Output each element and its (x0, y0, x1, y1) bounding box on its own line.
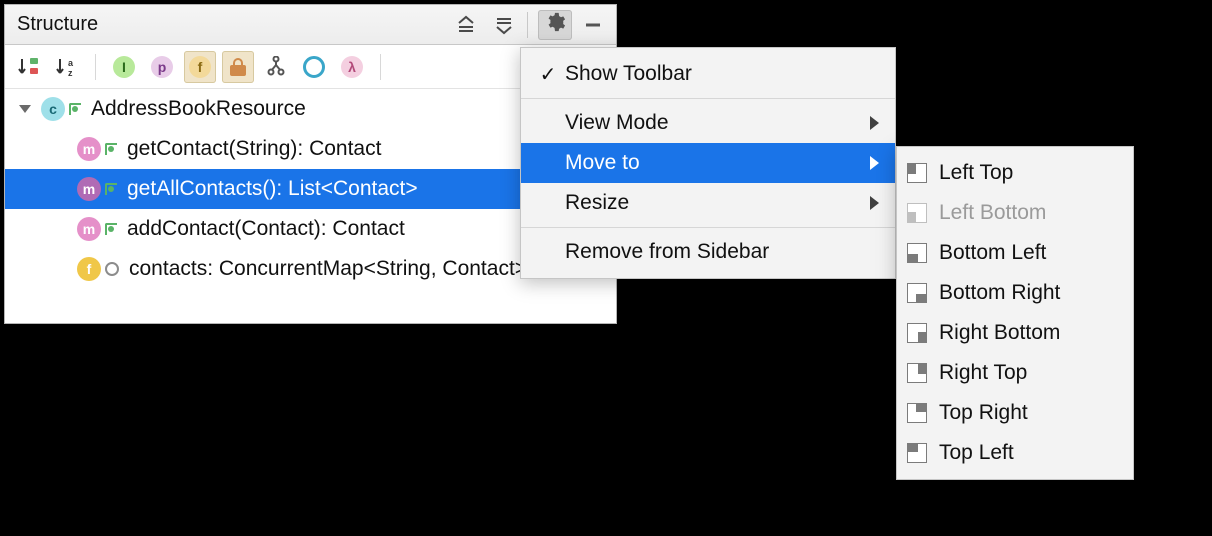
submenu-item-lt[interactable]: Left Top (897, 153, 1133, 193)
menu-item-label: Remove from Sidebar (565, 240, 879, 264)
lambda-icon: λ (341, 56, 363, 78)
submenu-item-rt[interactable]: Right Top (897, 353, 1133, 393)
position-icon (907, 243, 927, 263)
panel-title: Structure (11, 13, 445, 36)
show-fields-button[interactable]: f (184, 51, 216, 83)
anonymous-icon (303, 56, 325, 78)
submenu-item-label: Left Bottom (939, 201, 1117, 225)
submenu-item-label: Bottom Left (939, 241, 1117, 265)
member-signature: getContact(String): Contact (127, 137, 381, 161)
submenu-item-tr[interactable]: Top Right (897, 393, 1133, 433)
property-icon: p (151, 56, 173, 78)
menu-item-label: View Mode (565, 111, 870, 135)
show-inherited-button[interactable] (260, 51, 292, 83)
visibility-icon (105, 223, 117, 235)
check-icon: ✓ (531, 62, 565, 87)
position-icon (907, 283, 927, 303)
visibility-icon (69, 103, 81, 115)
menu-separator (521, 98, 895, 99)
submenu-item-label: Top Left (939, 441, 1117, 465)
method-icon: m (77, 177, 101, 201)
submenu-item-bl[interactable]: Bottom Left (897, 233, 1133, 273)
menu-item-label: Move to (565, 151, 870, 175)
menu-item-show-toolbar[interactable]: ✓Show Toolbar (521, 54, 895, 94)
panel-options-menu: ✓Show Toolbar View Mode Move to Resize Remov… (520, 47, 896, 279)
gear-icon (544, 11, 566, 39)
member-signature: getAllContacts(): List<Contact> (127, 177, 418, 201)
toolbar-separator (380, 54, 381, 80)
visibility-icon (105, 183, 117, 195)
show-anonymous-button[interactable] (298, 51, 330, 83)
header-separator (527, 12, 528, 38)
sort-visibility-button[interactable] (13, 51, 45, 83)
settings-button[interactable] (538, 10, 572, 40)
submenu-item-label: Bottom Right (939, 281, 1117, 305)
method-icon: m (77, 217, 101, 241)
submenu-item-rb[interactable]: Right Bottom (897, 313, 1133, 353)
position-icon (907, 163, 927, 183)
menu-item-view-mode[interactable]: View Mode (521, 103, 895, 143)
menu-separator (521, 227, 895, 228)
submenu-item-tl[interactable]: Top Left (897, 433, 1133, 473)
menu-item-move-to[interactable]: Move to (521, 143, 895, 183)
visibility-icon (105, 262, 119, 276)
lock-icon (230, 58, 246, 76)
show-nonpublic-button[interactable] (222, 51, 254, 83)
position-icon (907, 363, 927, 383)
submenu-item-label: Top Right (939, 401, 1117, 425)
menu-item-label: Show Toolbar (565, 62, 879, 86)
inherited-icon (265, 56, 287, 78)
move-to-submenu: Left Top Left Bottom Bottom Left Bottom Rig… (896, 146, 1134, 480)
position-icon (907, 203, 927, 223)
field-icon: f (189, 56, 211, 78)
submenu-arrow-icon (870, 116, 879, 130)
svg-text:a: a (68, 58, 74, 68)
method-icon: m (77, 137, 101, 161)
position-icon (907, 323, 927, 343)
hide-button[interactable] (576, 10, 610, 40)
class-name: AddressBookResource (91, 97, 306, 121)
menu-item-label: Resize (565, 191, 870, 215)
sort-alpha-button[interactable]: az (51, 51, 83, 83)
submenu-item-label: Right Top (939, 361, 1117, 385)
show-interfaces-button[interactable]: I (108, 51, 140, 83)
submenu-arrow-icon (870, 196, 879, 210)
submenu-item-lb: Left Bottom (897, 193, 1133, 233)
class-icon: c (41, 97, 65, 121)
visibility-icon (105, 143, 117, 155)
panel-header: Structure (5, 5, 616, 45)
show-lambdas-button[interactable]: λ (336, 51, 368, 83)
member-signature: addContact(Contact): Contact (127, 217, 405, 241)
interface-icon: I (113, 56, 135, 78)
position-icon (907, 443, 927, 463)
member-signature: contacts: ConcurrentMap<String, Contact> (129, 257, 527, 281)
submenu-item-label: Right Bottom (939, 321, 1117, 345)
svg-text:z: z (68, 68, 73, 78)
collapse-all-button[interactable] (487, 10, 521, 40)
submenu-item-br[interactable]: Bottom Right (897, 273, 1133, 313)
field-icon: f (77, 257, 101, 281)
expand-all-button[interactable] (449, 10, 483, 40)
submenu-item-label: Left Top (939, 161, 1117, 185)
position-icon (907, 403, 927, 423)
expand-icon[interactable] (19, 105, 31, 113)
toolbar-separator (95, 54, 96, 80)
menu-item-remove-from-sidebar[interactable]: Remove from Sidebar (521, 232, 895, 272)
menu-item-resize[interactable]: Resize (521, 183, 895, 223)
show-properties-button[interactable]: p (146, 51, 178, 83)
submenu-arrow-icon (870, 156, 879, 170)
